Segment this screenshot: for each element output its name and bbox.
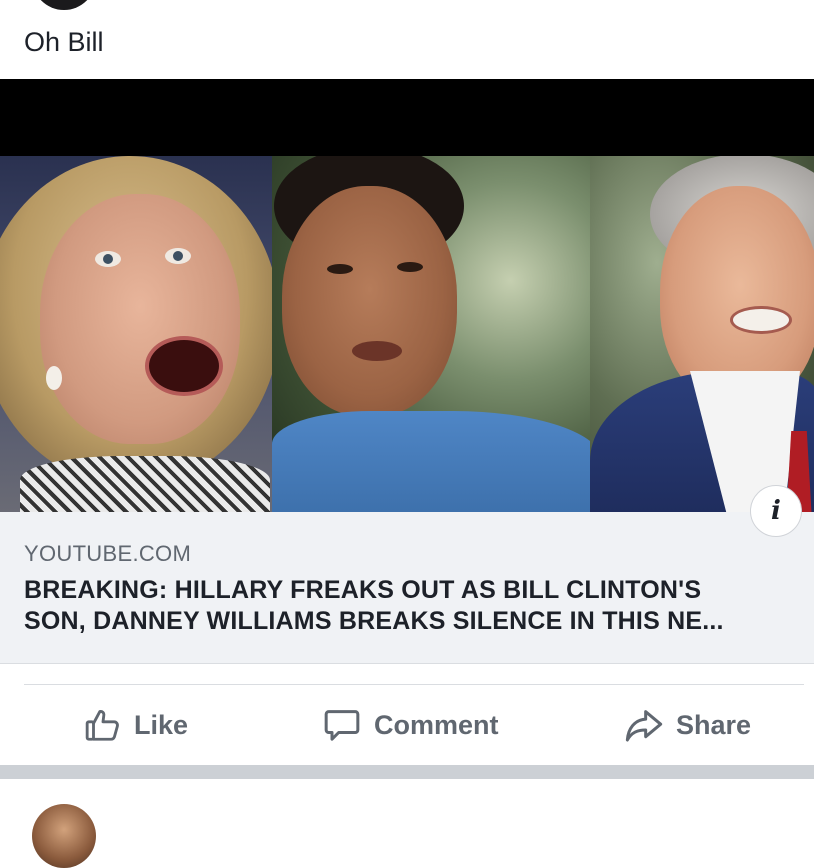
share-label: Share [676, 709, 752, 740]
comment-button[interactable]: Comment [322, 695, 499, 755]
link-headline[interactable]: BREAKING: HILLARY FREAKS OUT AS BILL CLI… [24, 575, 794, 637]
link-domain: YOUTUBE.COM [24, 541, 192, 566]
letterbox-bar [0, 79, 814, 156]
thumbs-up-icon [85, 710, 119, 741]
link-headline-line2: SON, DANNEY WILLIAMS BREAKS SILENCE IN T… [24, 607, 724, 635]
share-button[interactable]: Share [624, 695, 751, 755]
post-actions-bar: Like Comment Share [0, 695, 814, 755]
link-preview-image[interactable] [0, 79, 814, 512]
image-panel-middle [272, 156, 590, 512]
author-avatar[interactable] [32, 0, 96, 10]
speech-bubble-icon [324, 710, 360, 741]
info-icon[interactable]: i [750, 485, 802, 537]
link-preview-card[interactable]: i YOUTUBE.COM BREAKING: HILLARY FREAKS O… [0, 79, 814, 664]
share-arrow-icon [625, 710, 663, 742]
comment-label: Comment [374, 709, 499, 740]
image-panel-right [590, 156, 814, 512]
like-label: Like [134, 709, 189, 740]
link-headline-line1: BREAKING: HILLARY FREAKS OUT AS BILL CLI… [24, 576, 702, 604]
actions-divider [24, 684, 804, 685]
like-button[interactable]: Like [84, 695, 188, 755]
feed-separator [0, 765, 814, 779]
post-text: Oh Bill [24, 27, 104, 57]
image-panel-left [0, 156, 272, 512]
